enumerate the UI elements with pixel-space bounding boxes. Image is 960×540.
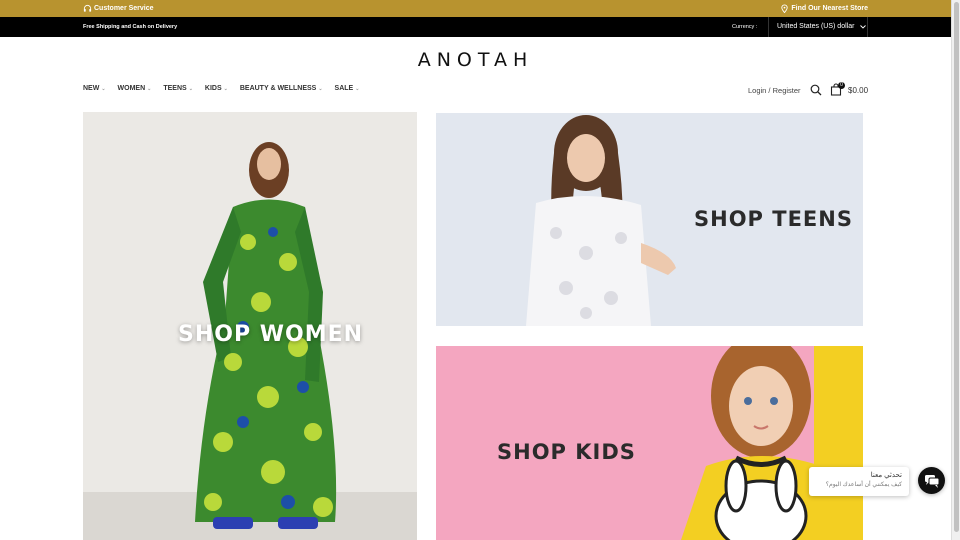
- customer-service-link[interactable]: Customer Service: [83, 4, 154, 13]
- chat-icon: [925, 475, 940, 488]
- find-store-label: Find Our Nearest Store: [791, 5, 868, 12]
- divider: [867, 17, 868, 37]
- nav-item-women[interactable]: WOMEN ⌄: [118, 85, 152, 92]
- shipping-notice: Free Shipping and Cash on Delivery: [83, 24, 178, 30]
- chevron-down-icon: ⌄: [147, 85, 152, 92]
- shop-kids-title: SHOP KIDS: [497, 440, 636, 464]
- nav-item-kids[interactable]: KIDS ⌄: [205, 85, 228, 92]
- chat-greeting-bubble[interactable]: تحدثي معنا كيف يمكنني أن أساعدك اليوم؟: [809, 467, 909, 496]
- divider: [768, 17, 769, 37]
- chevron-down-icon: ⌄: [355, 85, 360, 92]
- chat-launcher-button[interactable]: [918, 467, 945, 494]
- nav-label: SALE: [334, 85, 354, 92]
- main-nav: NEW ⌄ WOMEN ⌄ TEENS ⌄ KIDS ⌄ BEAUTY & WELLNE…: [83, 85, 359, 92]
- headset-icon: [83, 4, 92, 12]
- nav-item-sale[interactable]: SALE ⌄: [335, 85, 360, 92]
- nav-item-teens[interactable]: TEENS ⌄: [163, 85, 193, 92]
- chat-title: تحدثي معنا: [870, 472, 902, 479]
- shop-teens-title: SHOP TEENS: [694, 207, 853, 231]
- nav-label: BEAUTY & WELLNESS: [239, 85, 317, 92]
- nav-label: NEW: [83, 85, 100, 92]
- cart-count-badge: 0: [838, 82, 845, 89]
- location-pin-icon: [781, 4, 789, 13]
- nav-label: WOMEN: [117, 85, 146, 92]
- nav-label: KIDS: [204, 85, 222, 92]
- find-store-link[interactable]: Find Our Nearest Store: [780, 4, 868, 13]
- shop-women-banner[interactable]: SHOP WOMEN: [83, 112, 417, 540]
- shop-kids-banner[interactable]: SHOP KIDS: [436, 346, 863, 540]
- chevron-down-icon: [860, 24, 867, 29]
- cart-total[interactable]: $0.00: [848, 86, 868, 95]
- currency-label: Currency :: [732, 24, 758, 30]
- chevron-down-icon: ⌄: [223, 85, 228, 92]
- scrollbar-thumb[interactable]: [954, 2, 959, 532]
- login-register-link[interactable]: Login / Register: [748, 86, 801, 95]
- shop-teens-banner[interactable]: SHOP TEENS: [436, 113, 863, 326]
- info-bar: Free Shipping and Cash on Delivery Curre…: [0, 17, 951, 37]
- currency-value: United States (US) dollar: [777, 23, 855, 30]
- customer-service-label: Customer Service: [94, 5, 154, 12]
- chevron-down-icon: ⌄: [101, 85, 106, 92]
- chevron-down-icon: ⌄: [188, 85, 193, 92]
- nav-item-new[interactable]: NEW ⌄: [83, 85, 106, 92]
- chat-subtitle: كيف يمكنني أن أساعدك اليوم؟: [825, 482, 902, 488]
- nav-label: TEENS: [163, 85, 187, 92]
- shop-women-title: SHOP WOMEN: [178, 322, 364, 347]
- page-scrollbar[interactable]: [951, 0, 960, 540]
- site-logo[interactable]: ANOTAH: [0, 49, 951, 71]
- top-announcement-bar: Customer Service Find Our Nearest Store: [0, 0, 951, 17]
- chevron-down-icon: ⌄: [318, 85, 323, 92]
- nav-item-beauty-wellness[interactable]: BEAUTY & WELLNESS ⌄: [240, 85, 323, 92]
- currency-select[interactable]: United States (US) dollar: [777, 23, 867, 30]
- search-icon[interactable]: [810, 84, 822, 96]
